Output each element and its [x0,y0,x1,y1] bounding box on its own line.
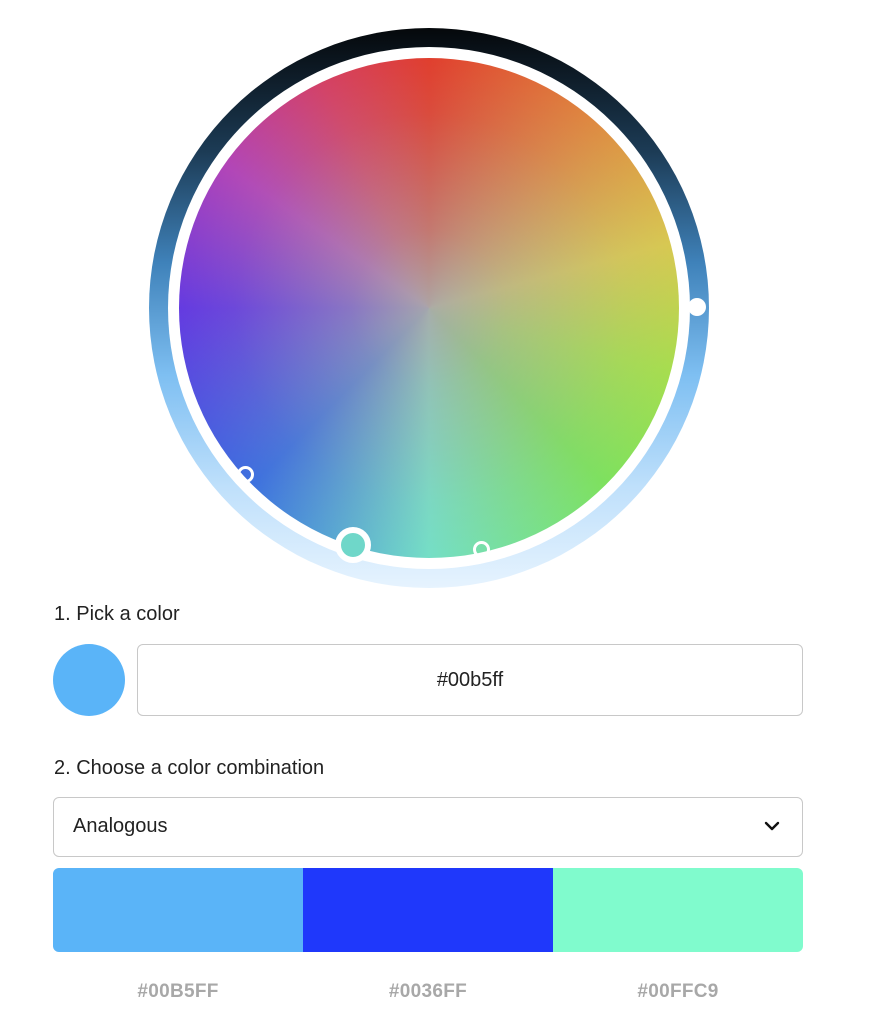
combination-handle-2[interactable] [473,541,490,558]
brightness-handle[interactable] [688,298,706,316]
selected-color-handle[interactable] [335,527,371,563]
palette-hex-3[interactable]: #00FFC9 [553,981,803,1003]
hue-saturation-wheel[interactable] [179,58,679,558]
pick-color-label: 1. Pick a color [54,603,180,625]
palette-hex-1[interactable]: #00B5FF [53,981,303,1003]
combination-select-value: Analogous [73,815,168,837]
palette-hex-2[interactable]: #0036FF [303,981,553,1003]
choose-combination-label: 2. Choose a color combination [54,757,325,779]
chevron-down-icon [764,821,780,831]
hex-color-input[interactable] [137,644,803,716]
palette-labels: #00B5FF #0036FF #00FFC9 [53,981,803,1003]
selected-color-preview [53,644,125,716]
palette-swatch-3[interactable] [553,868,803,952]
color-palette [53,868,803,952]
combination-handle-1[interactable] [237,466,254,483]
combination-select[interactable]: Analogous [53,797,803,857]
palette-swatch-1[interactable] [53,868,303,952]
color-wheel[interactable] [149,28,709,588]
palette-swatch-2[interactable] [303,868,553,952]
